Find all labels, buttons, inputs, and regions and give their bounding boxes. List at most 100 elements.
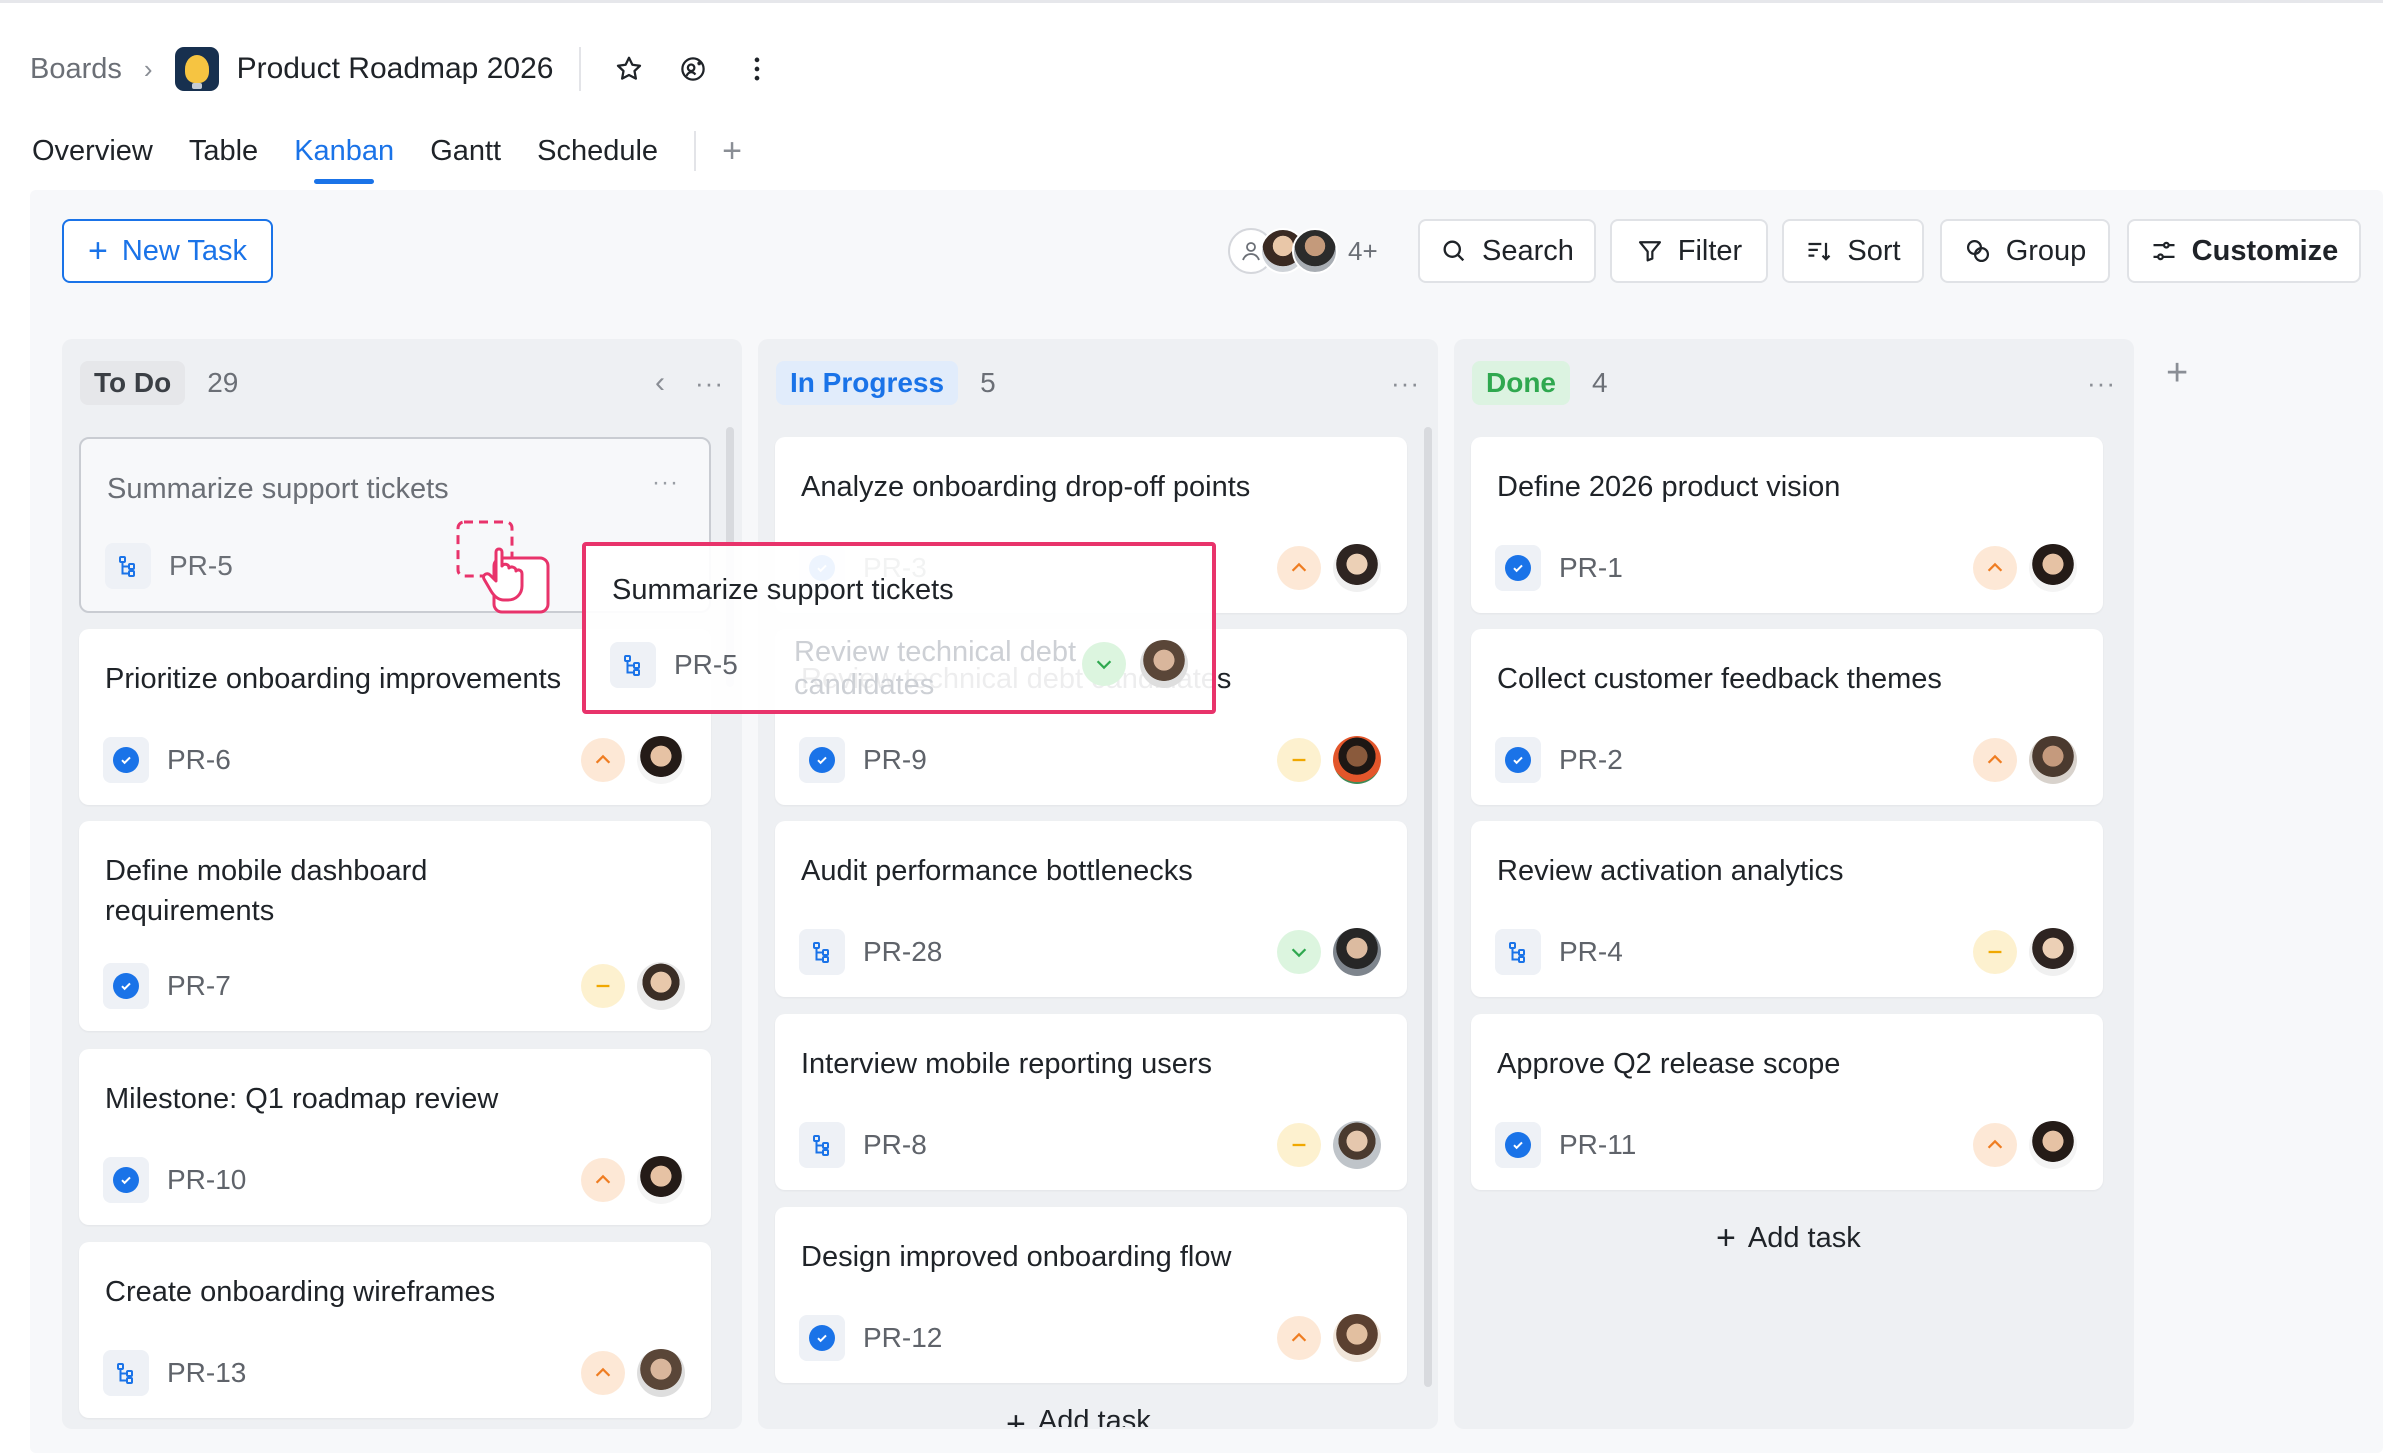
card-title: Approve Q2 release scope <box>1497 1048 1841 1080</box>
assignee-avatar[interactable] <box>1333 1314 1381 1362</box>
priority-medium-icon[interactable] <box>1277 738 1321 782</box>
more-options-icon[interactable] <box>735 47 779 91</box>
priority-high-icon[interactable] <box>581 738 625 782</box>
assignee-avatar[interactable] <box>1333 736 1381 784</box>
column-more-icon[interactable]: ··· <box>2087 368 2116 399</box>
column-count: 4 <box>1592 367 1608 398</box>
card-title: Interview mobile reporting users <box>801 1048 1213 1080</box>
assignee-avatar[interactable] <box>2029 736 2077 784</box>
new-task-label: New Task <box>121 234 248 267</box>
assignee-avatar[interactable] <box>637 1156 685 1204</box>
task-card[interactable]: Approve Q2 release scope PR-11 <box>1471 1014 2103 1190</box>
priority-high-icon[interactable] <box>581 1351 625 1395</box>
priority-high-icon[interactable] <box>1973 546 2017 590</box>
assignee-avatar[interactable] <box>2029 928 2077 976</box>
card-more-icon[interactable]: ··· <box>652 469 679 497</box>
collapse-chevron-icon[interactable]: ‹ <box>655 366 665 400</box>
add-task-button[interactable]: + Add task <box>1006 1405 1151 1427</box>
star-icon[interactable] <box>607 47 651 91</box>
tab-gantt[interactable]: Gantt <box>430 135 501 168</box>
assignee-avatar[interactable] <box>637 736 685 784</box>
card-id: PR-9 <box>863 744 927 775</box>
group-button[interactable]: Group <box>1940 219 2110 283</box>
add-task-button[interactable]: + Add task <box>1716 1219 1861 1258</box>
priority-high-icon[interactable] <box>581 1158 625 1202</box>
column-title[interactable]: Done <box>1472 361 1570 405</box>
priority-medium-icon[interactable] <box>1277 1123 1321 1167</box>
task-card[interactable]: Interview mobile reporting users PR-8 <box>775 1014 1407 1190</box>
card-title: Audit performance bottlenecks <box>801 855 1193 887</box>
column-title[interactable]: To Do <box>80 361 186 405</box>
dragged-card-preview[interactable]: Review technical debt candidates Summari… <box>582 542 1216 714</box>
breadcrumb-separator-icon: › <box>143 53 153 84</box>
task-card[interactable]: Define mobile dashboard requirements PR-… <box>79 821 711 1031</box>
task-card[interactable]: Define 2026 product vision PR-1 <box>1471 437 2103 613</box>
assignee-avatar[interactable] <box>2029 1121 2077 1169</box>
tab-kanban[interactable]: Kanban <box>294 135 394 184</box>
task-card[interactable]: Audit performance bottlenecks PR-28 <box>775 821 1407 997</box>
task-card[interactable]: Create onboarding wireframes PR-13 <box>79 1242 711 1418</box>
priority-low-icon[interactable] <box>1277 930 1321 974</box>
column-count: 5 <box>980 367 996 398</box>
card-id: PR-5 <box>674 649 738 680</box>
tab-schedule[interactable]: Schedule <box>537 135 658 168</box>
board-header: Boards › Product Roadmap 2026 <box>30 40 799 98</box>
column-done: Done 4 ··· Define 2026 product vision PR… <box>1454 339 2134 1429</box>
assignee-avatar[interactable] <box>2029 544 2077 592</box>
subtask-icon <box>799 929 845 975</box>
tab-overview[interactable]: Overview <box>32 135 153 168</box>
tab-table[interactable]: Table <box>189 135 258 168</box>
column-more-icon[interactable]: ··· <box>695 368 724 399</box>
sort-button[interactable]: Sort <box>1782 219 1924 283</box>
subtask-icon <box>799 1122 845 1168</box>
priority-high-icon[interactable] <box>1973 1123 2017 1167</box>
task-card[interactable]: Design improved onboarding flow PR-12 <box>775 1207 1407 1383</box>
card-id: PR-12 <box>863 1322 943 1353</box>
task-card[interactable]: Review activation analytics PR-4 <box>1471 821 2103 997</box>
sort-label: Sort <box>1847 234 1901 267</box>
filter-button[interactable]: Filter <box>1610 219 1768 283</box>
group-label: Group <box>2005 234 2087 267</box>
add-column-icon[interactable]: + <box>2166 352 2188 395</box>
sliders-icon <box>2153 241 2175 261</box>
share-settings-icon[interactable] <box>671 47 715 91</box>
card-title: Review activation analytics <box>1497 855 1844 887</box>
assignee-avatar[interactable] <box>637 962 685 1010</box>
task-card[interactable]: Collect customer feedback themes PR-2 <box>1471 629 2103 805</box>
card-title: Collect customer feedback themes <box>1497 663 1942 695</box>
priority-high-icon[interactable] <box>1973 738 2017 782</box>
card-id: PR-28 <box>863 936 943 967</box>
priority-medium-icon[interactable] <box>581 964 625 1008</box>
board-members[interactable]: 4+ <box>1228 224 1378 278</box>
priority-high-icon[interactable] <box>1277 546 1321 590</box>
add-view-icon[interactable]: + <box>722 132 742 171</box>
assignee-avatar[interactable] <box>637 1349 685 1397</box>
card-title: Summarize support tickets <box>107 473 449 505</box>
lightbulb-icon <box>174 47 219 91</box>
card-title: Define 2026 product vision <box>1497 471 1841 503</box>
filter-icon <box>1638 241 1661 262</box>
column-scrollbar[interactable] <box>1424 427 1432 1387</box>
subtask-icon <box>1495 929 1541 975</box>
task-card[interactable]: Milestone: Q1 roadmap review PR-10 <box>79 1049 711 1225</box>
search-button[interactable]: Search <box>1418 219 1596 283</box>
customize-button[interactable]: Customize <box>2127 219 2361 283</box>
assignee-avatar[interactable] <box>1333 544 1381 592</box>
priority-high-icon[interactable] <box>1277 1316 1321 1360</box>
assignee-avatar[interactable] <box>1333 1121 1381 1169</box>
column-more-icon[interactable]: ··· <box>1391 368 1420 399</box>
card-id: PR-8 <box>863 1129 927 1160</box>
card-title: Analyze onboarding drop-off points <box>801 471 1251 503</box>
column-title[interactable]: In Progress <box>776 361 959 405</box>
breadcrumb-boards-link[interactable]: Boards <box>30 53 122 86</box>
card-title: Summarize support tickets <box>612 574 954 606</box>
card-id: PR-5 <box>169 550 233 581</box>
card-id: PR-13 <box>167 1357 247 1388</box>
card-title: Define mobile dashboard requirements <box>105 855 428 927</box>
task-check-icon <box>799 737 845 783</box>
priority-medium-icon[interactable] <box>1973 930 2017 974</box>
card-id: PR-6 <box>167 744 231 775</box>
assignee-avatar[interactable] <box>1333 928 1381 976</box>
board-title[interactable]: Product Roadmap 2026 <box>237 52 554 86</box>
new-task-button[interactable]: + New Task <box>62 219 273 283</box>
